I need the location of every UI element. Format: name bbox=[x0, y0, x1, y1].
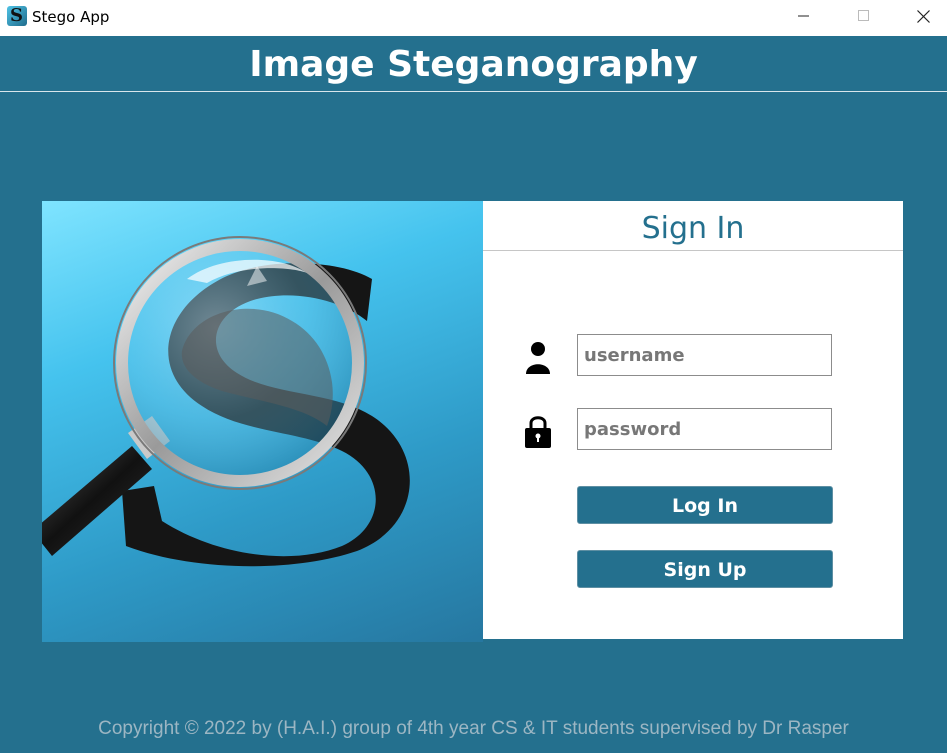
maximize-button[interactable] bbox=[841, 0, 887, 32]
signin-title: Sign In bbox=[483, 201, 903, 251]
signup-button[interactable]: Sign Up bbox=[577, 550, 833, 588]
login-button[interactable]: Log In bbox=[577, 486, 833, 524]
app-header: Image Steganography bbox=[0, 36, 947, 92]
maximize-icon bbox=[858, 10, 869, 21]
hero-image bbox=[42, 201, 483, 642]
signin-panel: Sign In Log In Sign Up bbox=[483, 201, 903, 639]
user-icon bbox=[526, 342, 550, 374]
minimize-button[interactable] bbox=[781, 0, 827, 32]
app-icon: S bbox=[7, 6, 27, 26]
copyright-footer: Copyright © 2022 by (H.A.I.) group of 4t… bbox=[98, 718, 849, 739]
window-titlebar: S Stego App bbox=[0, 0, 947, 36]
magnifying-glass-icon bbox=[42, 236, 410, 567]
page-title: Image Steganography bbox=[249, 44, 698, 85]
close-icon bbox=[916, 9, 930, 23]
minimize-icon bbox=[798, 15, 809, 17]
window-title: Stego App bbox=[32, 8, 110, 26]
password-input[interactable] bbox=[577, 408, 832, 450]
lock-icon bbox=[525, 416, 551, 448]
close-button[interactable] bbox=[900, 0, 946, 32]
username-input[interactable] bbox=[577, 334, 832, 376]
